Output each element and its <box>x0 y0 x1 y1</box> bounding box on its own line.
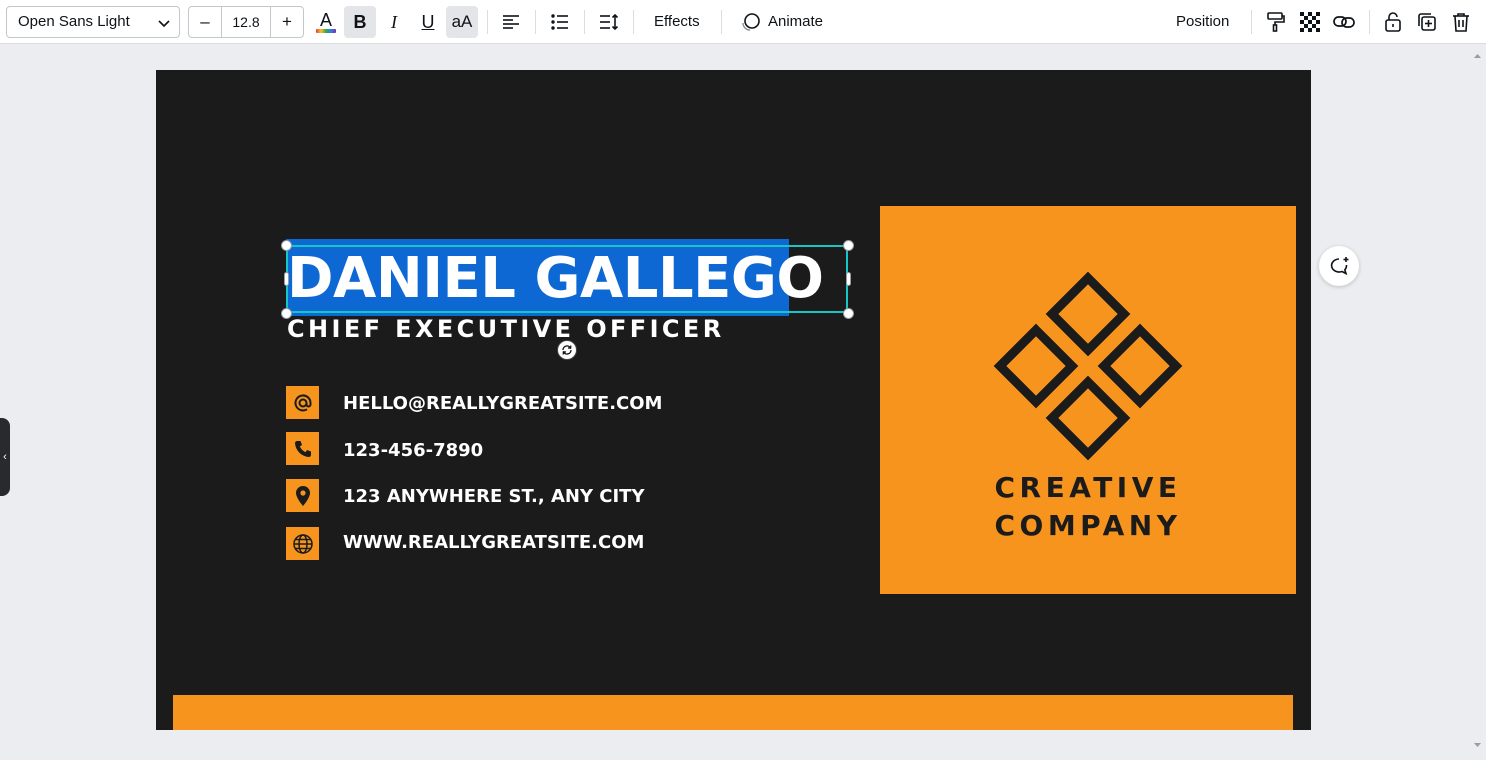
add-comment-button[interactable] <box>1319 246 1359 286</box>
lock-icon <box>1385 12 1401 32</box>
logo-panel[interactable]: CREATIVE COMPANY <box>880 206 1296 594</box>
location-icon-box <box>286 479 319 512</box>
duplicate-icon <box>1418 13 1436 31</box>
resize-handle-left[interactable] <box>284 272 289 286</box>
job-title-text[interactable]: CHIEF EXECUTIVE OFFICER <box>287 315 725 343</box>
line-spacing-button[interactable] <box>593 6 625 38</box>
selection-frame <box>286 245 848 313</box>
vertical-scrollbar[interactable] <box>1469 46 1486 755</box>
resize-handle-bottom-right[interactable] <box>843 308 854 319</box>
contact-phone: 123-456-7890 <box>343 440 484 461</box>
toolbar-divider <box>487 10 488 34</box>
website-icon-box <box>286 527 319 560</box>
font-family-dropdown[interactable]: Open Sans Light <box>6 6 180 38</box>
toolbar-divider <box>633 10 634 34</box>
text-color-letter: A <box>320 10 333 30</box>
at-icon <box>294 394 312 411</box>
font-family-value: Open Sans Light <box>18 13 130 30</box>
resize-handle-bottom-left[interactable] <box>281 308 292 319</box>
lock-button[interactable] <box>1377 6 1409 38</box>
resize-handle-top-right[interactable] <box>843 240 854 251</box>
increase-font-size-button[interactable]: + <box>271 7 303 37</box>
text-color-icon: A <box>316 10 336 34</box>
chevron-down-icon <box>158 20 170 28</box>
transparency-button[interactable] <box>1294 6 1326 38</box>
link-icon <box>1333 16 1355 28</box>
underline-button[interactable]: U <box>412 6 444 38</box>
font-size-stepper: – 12.8 + <box>188 6 304 38</box>
rotate-icon <box>562 345 572 355</box>
delete-button[interactable] <box>1445 6 1477 38</box>
location-pin-icon <box>295 485 310 506</box>
duplicate-button[interactable] <box>1411 6 1443 38</box>
bottom-accent-bar[interactable] <box>173 695 1293 730</box>
bold-button[interactable]: B <box>344 6 376 38</box>
animate-button[interactable]: Animate <box>734 6 829 38</box>
company-name-line2: COMPANY <box>994 509 1182 542</box>
phone-icon <box>294 440 311 457</box>
text-toolbar: Open Sans Light – 12.8 + A B I U aA Effe… <box>0 0 1486 44</box>
italic-button[interactable]: I <box>378 6 410 38</box>
contact-address: 123 ANYWHERE ST., ANY CITY <box>343 486 645 507</box>
diamond-logo-icon <box>993 271 1183 461</box>
rotate-handle[interactable] <box>557 340 577 360</box>
position-button[interactable]: Position <box>1170 6 1235 38</box>
animate-icon <box>742 13 760 31</box>
toolbar-divider <box>1369 10 1370 34</box>
phone-icon-box <box>286 432 319 465</box>
align-left-button[interactable] <box>495 6 527 38</box>
toolbar-divider <box>535 10 536 34</box>
resize-handle-right[interactable] <box>846 272 851 286</box>
company-name-line1: CREATIVE <box>994 471 1182 504</box>
trash-icon <box>1453 13 1469 32</box>
toolbar-divider <box>721 10 722 34</box>
paint-format-button[interactable] <box>1260 6 1292 38</box>
animate-label: Animate <box>768 13 824 30</box>
toolbar-divider <box>1251 10 1252 34</box>
effects-button[interactable]: Effects <box>648 6 706 38</box>
bullet-list-button[interactable] <box>544 6 576 38</box>
paint-format-icon <box>1267 12 1285 32</box>
letter-case-button[interactable]: aA <box>446 6 478 38</box>
comment-add-icon <box>1330 257 1349 276</box>
contact-email: HELLO@REALLYGREATSITE.COM <box>343 393 663 414</box>
toolbar-divider <box>584 10 585 34</box>
link-button[interactable] <box>1328 6 1360 38</box>
globe-icon <box>292 533 313 554</box>
line-spacing-icon <box>600 13 619 31</box>
bullet-list-icon <box>551 14 568 30</box>
align-left-icon <box>503 15 519 29</box>
contact-website: WWW.REALLYGREATSITE.COM <box>343 532 645 553</box>
decrease-font-size-button[interactable]: – <box>189 7 221 37</box>
collapse-panel-button[interactable]: ‹ <box>0 418 10 496</box>
email-icon-box <box>286 386 319 419</box>
business-card-canvas[interactable]: DANIEL GALLEGO CHIEF EXECUTIVE OFFICER H… <box>156 70 1311 730</box>
resize-handle-top-left[interactable] <box>281 240 292 251</box>
transparency-icon <box>1300 12 1320 32</box>
scroll-arrows <box>1474 54 1481 747</box>
text-color-button[interactable]: A <box>310 6 342 38</box>
font-size-input[interactable]: 12.8 <box>221 7 271 37</box>
